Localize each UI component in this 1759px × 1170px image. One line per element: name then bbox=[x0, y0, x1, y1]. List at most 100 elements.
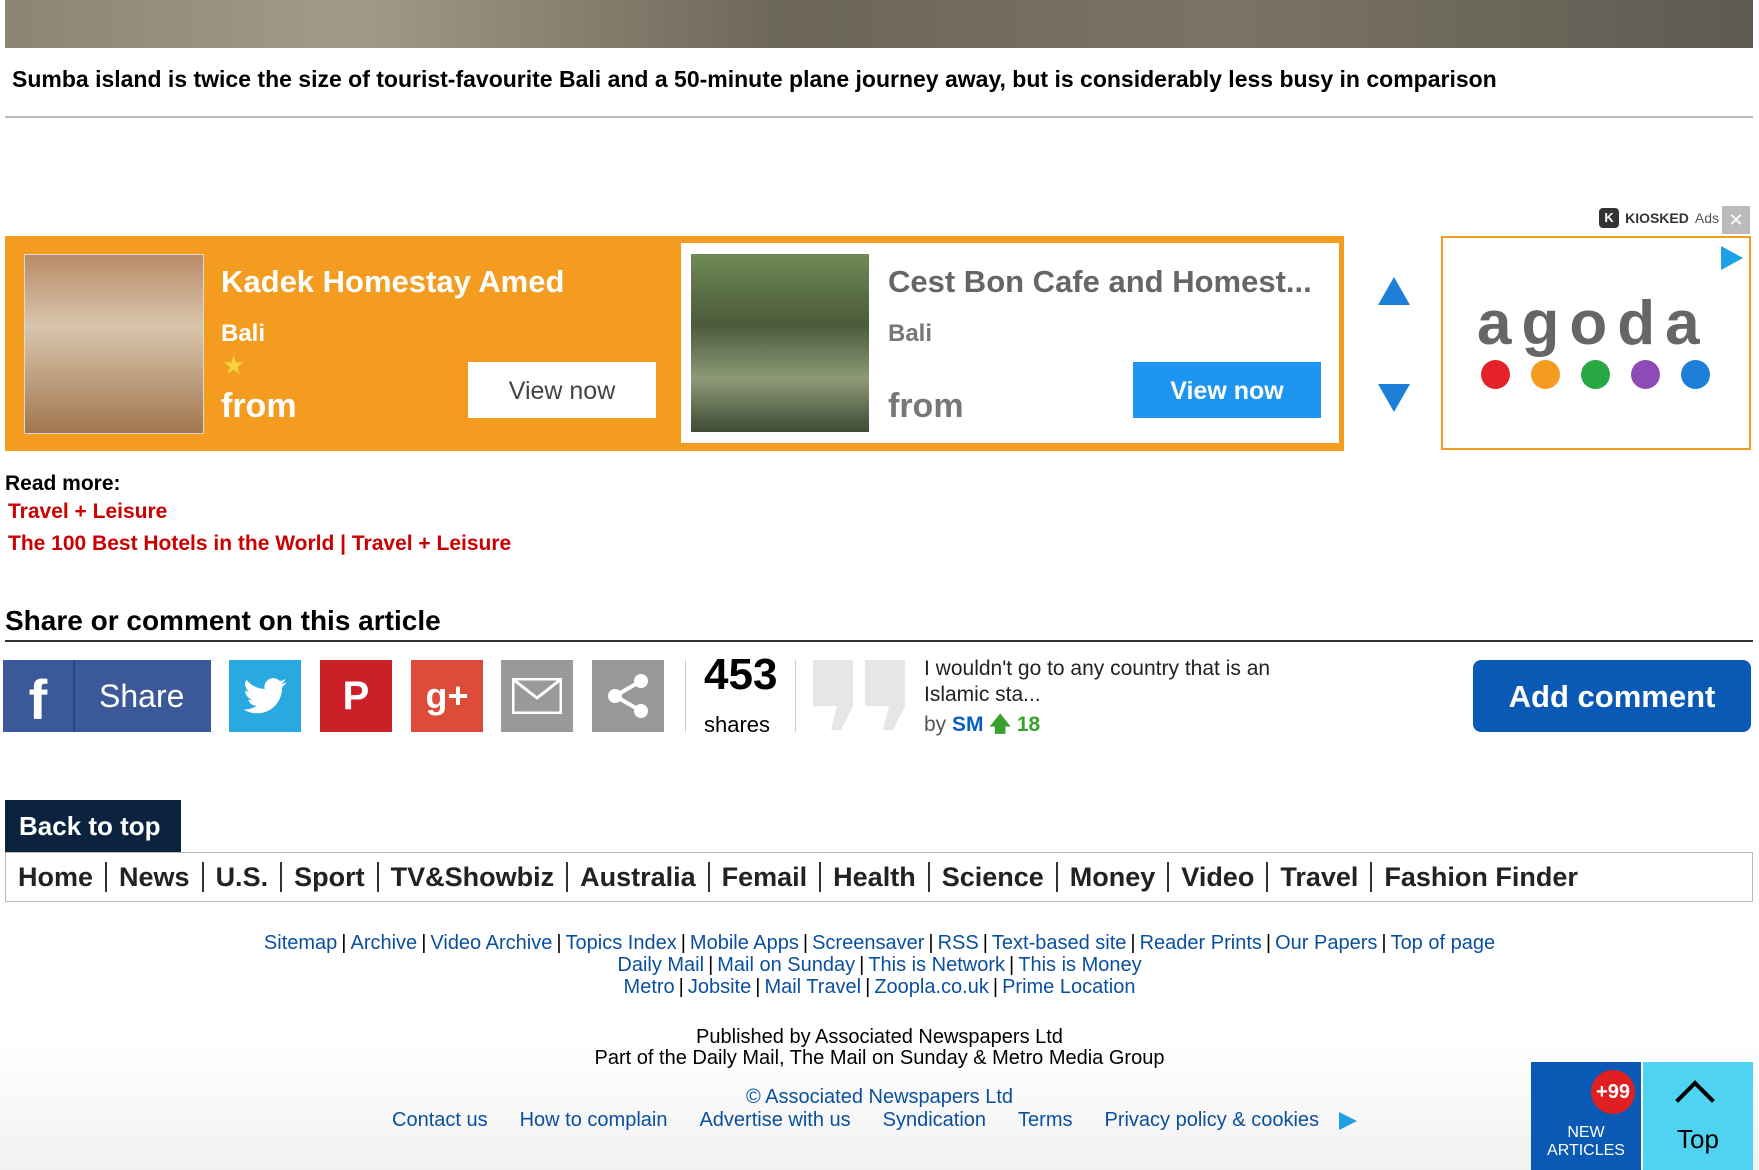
nav-separator bbox=[1167, 862, 1170, 892]
twitter-share-button[interactable] bbox=[229, 660, 301, 732]
nav-item-fashion-finder[interactable]: Fashion Finder bbox=[1384, 862, 1578, 893]
nav-separator bbox=[927, 862, 930, 892]
scroll-top-button[interactable]: Top bbox=[1643, 1062, 1753, 1170]
dot-blue-icon bbox=[1681, 360, 1710, 389]
arrow-down-icon bbox=[1378, 384, 1410, 412]
back-to-top-button[interactable]: Back to top bbox=[5, 800, 181, 852]
footer-separator: | bbox=[341, 932, 347, 954]
footer-separator: | bbox=[755, 976, 761, 998]
copyright-link[interactable]: © Associated Newspapers Ltd bbox=[0, 1086, 1759, 1109]
kiosked-logo-icon: K bbox=[1599, 208, 1620, 228]
read-more-link[interactable]: The 100 Best Hotels in the World | Trave… bbox=[8, 532, 511, 556]
agoda-logo[interactable]: agoda bbox=[1441, 236, 1751, 450]
nav-item-money[interactable]: Money bbox=[1070, 862, 1156, 893]
footer-bottom-links: Contact us How to complain Advertise with … bbox=[392, 1109, 1358, 1132]
footer-separator: | bbox=[1381, 932, 1387, 954]
carousel-up-button[interactable] bbox=[1350, 243, 1436, 339]
footer-link[interactable]: Video Archive bbox=[430, 932, 552, 954]
agoda-wordmark: agoda bbox=[1477, 289, 1710, 358]
footer-bottom-link[interactable]: Syndication bbox=[883, 1109, 986, 1132]
adchoices-icon[interactable] bbox=[1339, 1111, 1358, 1130]
nav-separator bbox=[280, 862, 283, 892]
footer-links-row: Daily Mail | Mail on Sunday | This is Networ… bbox=[0, 954, 1759, 977]
nav-item-video[interactable]: Video bbox=[1181, 862, 1254, 893]
nav-item-sport[interactable]: Sport bbox=[294, 862, 365, 893]
footer-separator: | bbox=[982, 932, 988, 954]
footer-link[interactable]: Top of page bbox=[1391, 932, 1496, 954]
footer-link[interactable]: Text-based site bbox=[992, 932, 1127, 954]
footer-link[interactable]: Topics Index bbox=[566, 932, 677, 954]
footer-separator: | bbox=[802, 932, 809, 954]
footer-bottom-link[interactable]: How to complain bbox=[520, 1109, 668, 1132]
pinterest-icon: P bbox=[342, 674, 370, 718]
nav-item-femail[interactable]: Femail bbox=[722, 862, 808, 893]
footer-separator: | bbox=[992, 976, 999, 998]
twitter-icon bbox=[243, 678, 287, 714]
footer-link[interactable]: This is Network bbox=[868, 954, 1005, 976]
hotel-photo[interactable] bbox=[24, 254, 204, 434]
top-comment-text[interactable]: I wouldn't go to any country that is an … bbox=[924, 656, 1324, 708]
hotel-price-from: from bbox=[888, 387, 964, 425]
share-count-label: shares bbox=[704, 712, 771, 737]
view-now-button[interactable]: View now bbox=[1133, 362, 1321, 418]
new-articles-badge: +99 bbox=[1591, 1070, 1635, 1114]
footer-link[interactable]: Mail on Sunday bbox=[717, 954, 855, 976]
footer-link[interactable]: RSS bbox=[938, 932, 979, 954]
kiosked-provider: KIOSKED bbox=[1625, 210, 1689, 226]
footer-link[interactable]: Reader Prints bbox=[1140, 932, 1262, 954]
footer-bottom-link[interactable]: Contact us bbox=[392, 1109, 488, 1132]
nav-separator bbox=[707, 862, 710, 892]
nav-separator bbox=[819, 862, 822, 892]
nav-item-u-s-[interactable]: U.S. bbox=[216, 862, 269, 893]
comment-by-prefix: by bbox=[924, 713, 947, 736]
hotel-title[interactable]: Kadek Homestay Amed bbox=[221, 264, 564, 300]
add-comment-button[interactable]: Add comment bbox=[1473, 660, 1751, 732]
read-more-link[interactable]: Travel + Leisure bbox=[8, 500, 167, 524]
new-articles-button[interactable]: +99 NEW ARTICLES bbox=[1531, 1062, 1641, 1170]
star-icon: ★ bbox=[222, 350, 246, 380]
footer-link[interactable]: This is Money bbox=[1018, 954, 1141, 976]
facebook-share-button[interactable]: f Share bbox=[3, 660, 211, 732]
footer-link[interactable]: Mobile Apps bbox=[690, 932, 799, 954]
footer-link[interactable]: Our Papers bbox=[1275, 932, 1377, 954]
carousel-down-button[interactable] bbox=[1350, 350, 1436, 444]
footer-link[interactable]: Archive bbox=[350, 932, 417, 954]
footer-bottom-link[interactable]: Terms bbox=[1018, 1109, 1072, 1132]
footer-link[interactable]: Screensaver bbox=[812, 932, 924, 954]
footer-link[interactable]: Daily Mail bbox=[617, 954, 704, 976]
nav-item-australia[interactable]: Australia bbox=[580, 862, 696, 893]
footer-bottom-link[interactable]: Privacy policy & cookies bbox=[1104, 1109, 1319, 1132]
read-more-label: Read more: bbox=[5, 472, 121, 495]
nav-item-travel[interactable]: Travel bbox=[1280, 862, 1358, 893]
footer-link[interactable]: Metro bbox=[624, 976, 675, 998]
facebook-icon: f bbox=[3, 660, 75, 732]
nav-item-science[interactable]: Science bbox=[942, 862, 1044, 893]
footer-link[interactable]: Zoopla.co.uk bbox=[874, 976, 989, 998]
nav-item-home[interactable]: Home bbox=[18, 862, 93, 893]
footer-link[interactable]: Mail Travel bbox=[764, 976, 861, 998]
nav-item-news[interactable]: News bbox=[119, 862, 190, 893]
email-share-button[interactable] bbox=[501, 660, 573, 732]
footer-bottom-link[interactable]: Advertise with us bbox=[699, 1109, 850, 1132]
footer-separator: | bbox=[1009, 954, 1015, 976]
ad-close-icon[interactable]: ✕ bbox=[1722, 206, 1750, 234]
hotel-title[interactable]: Cest Bon Cafe and Homest... bbox=[888, 264, 1312, 300]
googleplus-share-button[interactable]: g+ bbox=[411, 660, 483, 732]
kiosked-ads-label[interactable]: K KIOSKED Ads bbox=[1599, 208, 1719, 228]
hotel-location: Bali bbox=[888, 320, 933, 347]
footer-separator: | bbox=[708, 954, 714, 976]
adchoices-icon[interactable] bbox=[1721, 246, 1743, 270]
view-now-button[interactable]: View now bbox=[468, 362, 656, 418]
hotel-photo[interactable] bbox=[691, 254, 869, 432]
footer-link[interactable]: Jobsite bbox=[688, 976, 751, 998]
comment-author[interactable]: SM bbox=[952, 713, 984, 736]
more-share-button[interactable] bbox=[592, 660, 664, 732]
footer-link[interactable]: Prime Location bbox=[1002, 976, 1135, 998]
pinterest-share-button[interactable]: P bbox=[320, 660, 392, 732]
nav-item-health[interactable]: Health bbox=[833, 862, 916, 893]
nav-item-tv-showbiz[interactable]: TV&Showbiz bbox=[391, 862, 555, 893]
publisher-group-text: Part of the Daily Mail, The Mail on Sund… bbox=[594, 1047, 1165, 1069]
footer-separator: | bbox=[865, 976, 871, 998]
hotel-price-from: from bbox=[221, 387, 297, 425]
footer-link[interactable]: Sitemap bbox=[264, 932, 337, 954]
